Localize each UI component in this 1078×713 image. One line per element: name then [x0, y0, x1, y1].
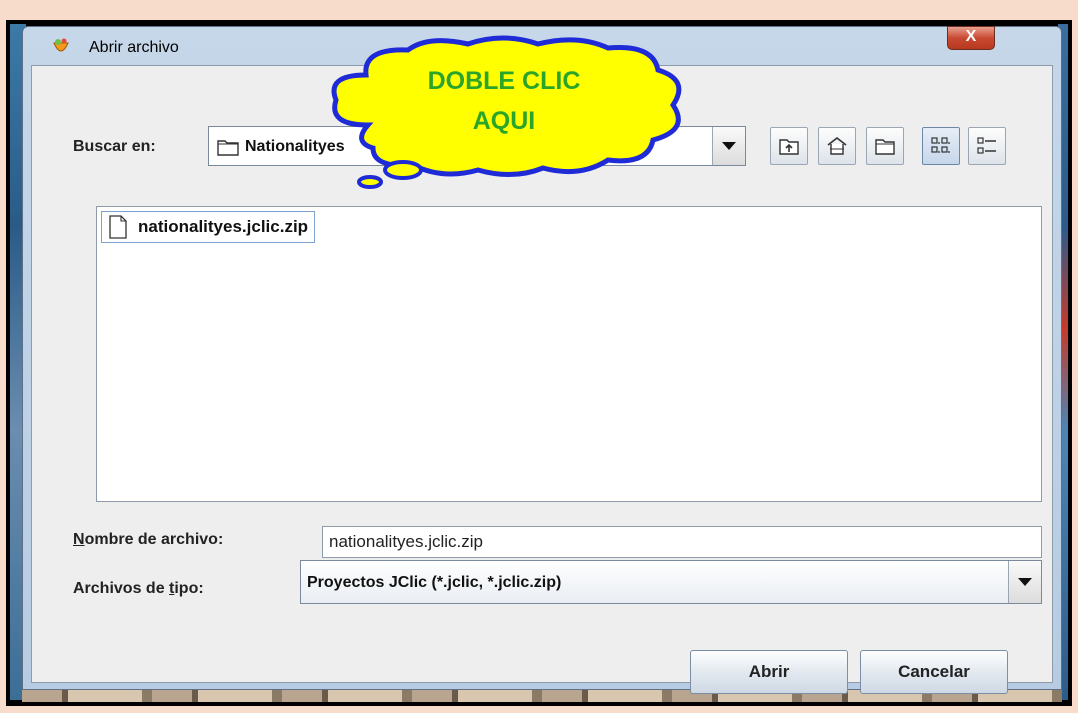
filetype-label: Archivos de tipo: — [73, 580, 204, 598]
new-folder-button[interactable] — [866, 127, 904, 165]
look-in-label: Buscar en: — [73, 138, 156, 155]
list-view-icon — [931, 137, 950, 153]
cancel-button[interactable]: Cancelar — [860, 650, 1008, 694]
filename-input[interactable] — [322, 526, 1042, 558]
filename-label-rest: ombre de archivo: — [84, 531, 224, 548]
folder-icon — [217, 140, 239, 156]
filetype-value: Proyectos JClic (*.jclic, *.jclic.zip) — [307, 574, 562, 591]
file-list[interactable]: nationalityes.jclic.zip — [96, 206, 1042, 502]
details-view-button[interactable] — [968, 127, 1006, 165]
new-folder-icon — [875, 139, 895, 155]
jclic-app-icon — [53, 38, 69, 52]
open-button[interactable]: Abrir — [690, 650, 848, 694]
details-view-icon — [977, 137, 996, 154]
home-icon — [827, 136, 847, 155]
list-item[interactable]: nationalityes.jclic.zip — [101, 211, 316, 243]
up-folder-button[interactable] — [770, 127, 808, 165]
file-name: nationalityes.jclic.zip — [138, 217, 309, 236]
chevron-down-icon[interactable] — [1008, 561, 1041, 603]
file-icon — [109, 215, 127, 239]
filetype-label-start: Archivos de — [73, 580, 170, 597]
filetype-label-rest: ipo: — [174, 580, 204, 597]
dialog-title: Abrir archivo — [89, 39, 179, 56]
filetype-combo[interactable]: Proyectos JClic (*.jclic, *.jclic.zip) — [300, 560, 1042, 604]
callout-line-2: AQUI — [472, 107, 536, 135]
list-view-button[interactable] — [922, 127, 960, 165]
close-button[interactable]: X — [947, 26, 995, 50]
up-folder-icon — [779, 139, 799, 155]
chevron-down-icon[interactable] — [712, 127, 745, 165]
filename-label: Nombre de archivo: — [73, 531, 223, 549]
callout-line-1: DOBLE CLIC — [427, 67, 581, 95]
filename-label-mnemonic: N — [73, 531, 85, 548]
home-button[interactable] — [818, 127, 856, 165]
